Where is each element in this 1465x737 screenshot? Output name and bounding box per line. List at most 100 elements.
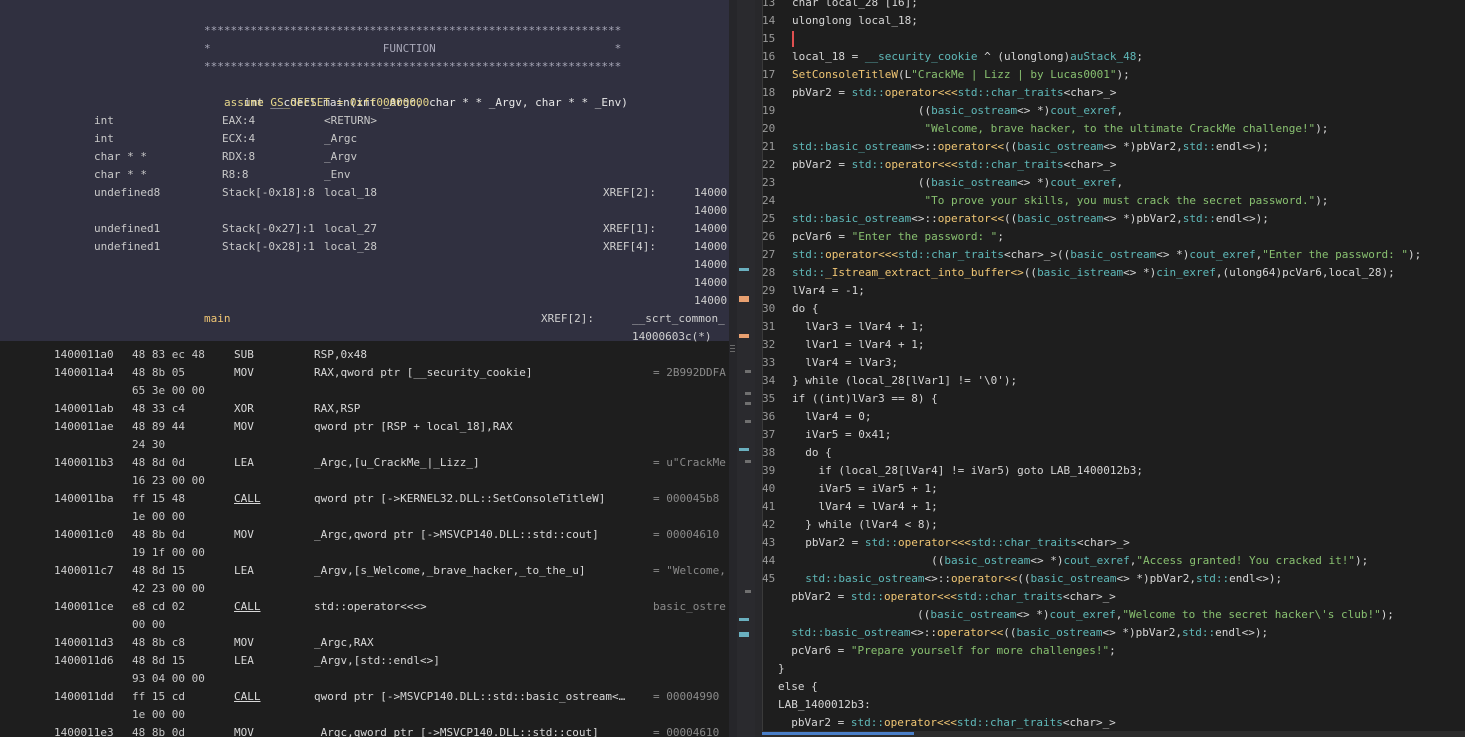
pane-splitter[interactable] <box>729 0 737 737</box>
code-line[interactable]: ((basic_ostream<> *)cout_exref,"Access g… <box>792 552 1368 570</box>
instruction-operands[interactable]: RAX,qword ptr [__security_cookie] <box>314 364 533 382</box>
instruction-address[interactable]: 1400011ae <box>54 418 114 436</box>
xref-address[interactable]: 14000 <box>694 256 727 274</box>
code-line[interactable]: pcVar6 = "Enter the password: "; <box>792 228 1004 246</box>
code-line[interactable]: } while (local_28[lVar1] != '\0'); <box>792 372 1017 390</box>
code-line[interactable]: lVar3 = lVar4 + 1; <box>792 318 924 336</box>
code-line[interactable]: "To prove your skills, you must crack th… <box>792 192 1328 210</box>
xref-address[interactable]: 14000 <box>694 220 727 238</box>
scrollbar-thumb[interactable] <box>762 732 914 735</box>
instruction-mnemonic[interactable]: SUB <box>234 346 254 364</box>
instruction-mnemonic[interactable]: LEA <box>234 562 254 580</box>
code-line[interactable]: std::basic_ostream<>::operator<<((basic_… <box>792 570 1282 588</box>
code-line[interactable]: pbVar2 = std::operator<<<std::char_trait… <box>778 588 1116 606</box>
xref-address[interactable]: 14000 <box>694 238 727 256</box>
code-line[interactable]: do { <box>792 444 832 462</box>
code-line[interactable]: else { <box>778 678 818 696</box>
instruction-address[interactable]: 1400011b3 <box>54 454 114 472</box>
code-line[interactable]: pbVar2 = std::operator<<<std::char_trait… <box>778 714 1116 732</box>
instruction-address[interactable]: 1400011c7 <box>54 562 114 580</box>
code-line[interactable]: ((basic_ostream<> *)cout_exref, <box>792 174 1123 192</box>
instruction-address[interactable]: 1400011a0 <box>54 346 114 364</box>
xref-address[interactable]: 14000 <box>694 292 727 310</box>
code-line[interactable]: SetConsoleTitleW(L"CrackMe | Lizz | by L… <box>792 66 1130 84</box>
code-line[interactable]: std::basic_ostream<>::operator<<((basic_… <box>792 138 1269 156</box>
code-line[interactable]: pbVar2 = std::operator<<<std::char_trait… <box>792 84 1117 102</box>
code-line[interactable]: lVar4 = -1; <box>792 282 865 300</box>
param-name[interactable]: local_27 <box>324 220 377 238</box>
param-name[interactable]: <RETURN> <box>324 112 377 130</box>
instruction-operands[interactable]: _Argc,[u_CrackMe_|_Lizz_] <box>314 454 480 472</box>
instruction-address[interactable]: 1400011d3 <box>54 634 114 652</box>
instruction-operands[interactable]: _Argv,[std::endl<>] <box>314 652 440 670</box>
code-line[interactable]: LAB_1400012b3: <box>778 696 871 714</box>
code-line[interactable]: pcVar6 = "Prepare yourself for more chal… <box>778 642 1116 660</box>
code-line[interactable]: iVar5 = 0x41; <box>792 426 891 444</box>
code-line[interactable]: std::_Istream_extract_into_buffer<>((bas… <box>792 264 1395 282</box>
function-signature[interactable]: int __cdecl main(int _Argc, char * * _Ar… <box>204 76 628 109</box>
param-name[interactable]: _Argc <box>324 130 357 148</box>
code-line[interactable]: ((basic_ostream<> *)cout_exref, <box>792 102 1123 120</box>
code-line[interactable]: std::operator<<<std::char_traits<char>_>… <box>792 246 1421 264</box>
overview-minimap[interactable] <box>737 0 755 737</box>
instruction-address[interactable]: 1400011dd <box>54 688 114 706</box>
instruction-mnemonic[interactable]: MOV <box>234 418 254 436</box>
xref-address[interactable]: 14000 <box>694 202 727 220</box>
instruction-mnemonic[interactable]: LEA <box>234 454 254 472</box>
instruction-operands[interactable]: _Argc,RAX <box>314 634 374 652</box>
instruction-operands[interactable]: std::operator<<<> <box>314 598 427 616</box>
instruction-mnemonic[interactable]: LEA <box>234 652 254 670</box>
instruction-address[interactable]: 1400011a4 <box>54 364 114 382</box>
instruction-address[interactable]: 1400011e3 <box>54 724 114 737</box>
code-line[interactable]: } while (lVar4 < 8); <box>792 516 937 534</box>
code-line[interactable]: lVar1 = lVar4 + 1; <box>792 336 924 354</box>
horizontal-scrollbar[interactable] <box>762 731 1465 737</box>
code-line[interactable]: char local_28 [16]; <box>792 0 918 12</box>
param-name[interactable]: local_28 <box>324 238 377 256</box>
instruction-mnemonic[interactable]: MOV <box>234 724 254 737</box>
instruction-mnemonic[interactable]: MOV <box>234 634 254 652</box>
code-line[interactable]: pbVar2 = std::operator<<<std::char_trait… <box>792 156 1117 174</box>
function-label[interactable]: main <box>204 310 231 328</box>
instruction-mnemonic[interactable]: CALL <box>234 688 261 706</box>
instruction-address[interactable]: 1400011ba <box>54 490 114 508</box>
decompiler-pane[interactable]: 13 char local_28 [16]; 14 ulonglong local_1… <box>755 0 1465 737</box>
label-xref-addr[interactable]: 14000603c(*) <box>632 328 711 346</box>
instruction-address[interactable]: 1400011c0 <box>54 526 114 544</box>
instruction-operands[interactable]: qword ptr [->KERNEL32.DLL::SetConsoleTit… <box>314 490 605 508</box>
xref-address[interactable]: 14000 <box>694 184 727 202</box>
code-line[interactable]: ((basic_ostream<> *)cout_exref,"Welcome … <box>778 606 1394 624</box>
instruction-mnemonic[interactable]: CALL <box>234 598 261 616</box>
code-line[interactable]: iVar5 = iVar5 + 1; <box>792 480 937 498</box>
code-line[interactable]: if ((int)lVar3 == 8) { <box>792 390 938 408</box>
instruction-operands[interactable]: qword ptr [RSP + local_18],RAX <box>314 418 513 436</box>
instruction-mnemonic[interactable]: MOV <box>234 364 254 382</box>
code-line[interactable]: std::basic_ostream<>::operator<<((basic_… <box>792 210 1269 228</box>
param-name[interactable]: _Env <box>324 166 351 184</box>
instruction-mnemonic[interactable]: MOV <box>234 526 254 544</box>
code-line[interactable]: local_18 = __security_cookie ^ (ulonglon… <box>792 48 1143 66</box>
xref-address[interactable]: 14000 <box>694 274 727 292</box>
instruction-address[interactable]: 1400011ce <box>54 598 114 616</box>
instruction-operands[interactable]: _Argv,[s_Welcome,_brave_hacker,_to_the_u… <box>314 562 586 580</box>
code-line[interactable]: lVar4 = 0; <box>792 408 871 426</box>
instruction-address[interactable]: 1400011ab <box>54 400 114 418</box>
param-name[interactable]: local_18 <box>324 184 377 202</box>
label-xref-name[interactable]: __scrt_common_ <box>632 310 725 328</box>
instruction-address[interactable]: 1400011d6 <box>54 652 114 670</box>
instruction-operands[interactable]: RAX,RSP <box>314 400 360 418</box>
param-name[interactable]: _Argv <box>324 148 357 166</box>
code-line[interactable]: lVar4 = lVar4 + 1; <box>792 498 937 516</box>
code-line[interactable]: "Welcome, brave hacker, to the ultimate … <box>792 120 1328 138</box>
code-line[interactable]: lVar4 = lVar3; <box>792 354 898 372</box>
listing-pane[interactable]: ****************************************… <box>0 0 729 737</box>
instruction-mnemonic[interactable]: XOR <box>234 400 254 418</box>
code-line[interactable]: } <box>778 660 785 678</box>
code-line[interactable]: do { <box>792 300 819 318</box>
instruction-mnemonic[interactable]: CALL <box>234 490 261 508</box>
code-line[interactable]: std::basic_ostream<>::operator<<((basic_… <box>778 624 1268 642</box>
code-line[interactable]: ulonglong local_18; <box>792 12 918 30</box>
instruction-operands[interactable]: _Argc,qword ptr [->MSVCP140.DLL::std::co… <box>314 724 599 737</box>
instruction-operands[interactable]: _Argc,qword ptr [->MSVCP140.DLL::std::co… <box>314 526 599 544</box>
instruction-operands[interactable]: qword ptr [->MSVCP140.DLL::std::basic_os… <box>314 688 625 706</box>
